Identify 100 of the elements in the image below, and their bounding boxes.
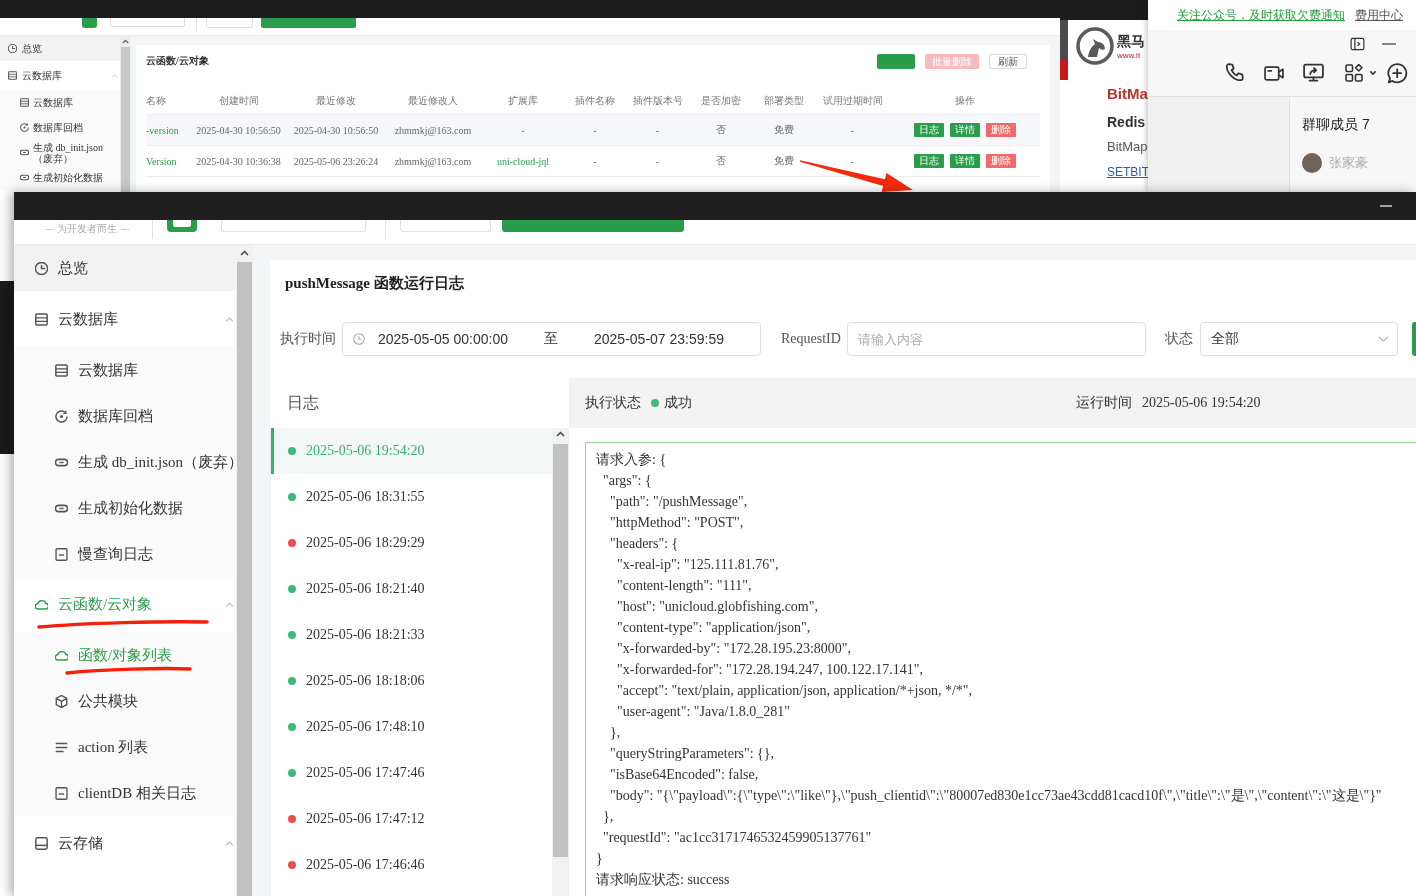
article-link[interactable]: SETBIT xyxy=(1107,162,1148,182)
screen-share-icon[interactable] xyxy=(1303,63,1324,83)
log-item[interactable]: 2025-05-06 18:18:06 xyxy=(271,658,552,704)
history-icon xyxy=(20,123,29,132)
drive-icon xyxy=(35,836,48,850)
header-button[interactable] xyxy=(400,220,491,232)
logo-text: 黑马 xyxy=(1117,32,1145,49)
date-range-field[interactable]: 2025-05-05 00:00:00 至 2025-05-07 23:59:59 xyxy=(342,322,761,356)
video-camera-icon[interactable] xyxy=(1264,64,1284,82)
apps-grid-icon[interactable] xyxy=(1345,64,1363,82)
members-title: 群聊成员 7 xyxy=(1302,115,1371,134)
scrollbar[interactable] xyxy=(552,428,569,896)
caret-down-icon[interactable] xyxy=(1370,71,1376,75)
modified-time: 2025-05-06 23:26:24 xyxy=(293,155,379,167)
plugin-version: - xyxy=(655,155,660,167)
add-chat-icon[interactable] xyxy=(1387,62,1408,84)
run-time: 2025-05-06 19:54:20 xyxy=(1142,395,1261,411)
modifier-email: zhmmkj@163.com xyxy=(394,155,472,167)
scroll-up-icon[interactable] xyxy=(121,39,129,44)
article-text: BitMap xyxy=(1107,138,1148,156)
cloud-icon xyxy=(55,648,68,662)
notice-link[interactable]: 关注公众号，及时获取欠费通知 xyxy=(1177,6,1345,24)
menu-item[interactable]: 生成 db_init.json（废弃） xyxy=(0,140,120,165)
menu-item[interactable]: 云数据库 xyxy=(14,347,236,393)
column-header: 操作 xyxy=(955,93,975,108)
minimize-icon[interactable] xyxy=(1382,43,1396,45)
list-icon xyxy=(55,740,68,754)
space-select[interactable] xyxy=(221,220,366,232)
horse-logo-icon xyxy=(1076,27,1114,65)
space-tag[interactable] xyxy=(261,18,356,28)
logo-icon[interactable] xyxy=(82,18,97,28)
space-tag[interactable] xyxy=(502,220,684,232)
request-id-field[interactable]: 请输入内容 xyxy=(846,322,1146,356)
menu-item[interactable]: 总览 xyxy=(0,36,120,61)
column-header: 扩展库 xyxy=(508,93,538,108)
log-item[interactable]: 2025-05-06 18:29:29 xyxy=(271,520,552,566)
document-icon xyxy=(55,547,68,561)
plugin-name: - xyxy=(593,155,597,167)
column-header: 插件名称 xyxy=(575,93,615,108)
log-item[interactable]: 2025-05-06 17:47:12 xyxy=(271,796,552,842)
toolbar-button[interactable]: 刷新 xyxy=(989,53,1027,69)
status-text: 成功 xyxy=(664,394,692,412)
log-output: 请求入参: { "args": { "path": "/pushMessage", "httpMethod": "POST", "headers": { "x-real-ip": "125.111.81.76", "content-length": "111", "host": "unicloud.globfishing.com", "content-type": "application/json", "x-forwarded-by": "172.28.195.23:8000", "x-forwarded-for": "172.28.194.247, 100.122.17.141", "accept": "text/plain, application/json, application/*+json, */*", "user-agent": "Java/1.8.0_281" }, "queryStringParameters": {}, "isBase64Encoded": false, "body": "{\"payload\":{\"type\":\"like\"},\"push_clientid\":\"80007ed830e1cc73ae43cdd81cacd10f\",\"title\":\"是\",\"content\":\"这是\"}" }, "requestId": "ac1cc3171746532459905137761" } 请求响应状态: success xyxy=(585,442,1416,896)
status-label: 执行状态 xyxy=(585,394,641,412)
phone-icon[interactable] xyxy=(1225,63,1244,83)
panel-toggle-icon[interactable] xyxy=(1350,37,1365,51)
log-item[interactable]: 2025-05-06 18:21:33 xyxy=(271,612,552,658)
plugin-name: - xyxy=(593,124,597,136)
menu-item[interactable]: 云数据库 xyxy=(0,90,120,115)
page-title: 云函数/云对象 xyxy=(146,54,209,68)
menu-item[interactable]: 数据库回档 xyxy=(0,115,120,140)
scroll-up-icon[interactable] xyxy=(240,250,249,256)
modified-time: 2025-04-30 10:56:50 xyxy=(293,124,379,136)
encryption-value: 否 xyxy=(716,154,726,168)
menu-item[interactable]: 生成初始化数据 xyxy=(0,165,120,190)
menu-item[interactable]: 慢查询日志 xyxy=(14,531,236,577)
logo-url: www.it xyxy=(1117,50,1142,60)
menu-item[interactable]: 生成初始化数据 xyxy=(14,485,236,531)
query-button[interactable] xyxy=(1411,322,1416,356)
page-title: pushMessage 函数运行日志 xyxy=(285,274,464,292)
history-icon xyxy=(55,409,68,423)
status-select[interactable]: 全部 xyxy=(1199,322,1398,356)
menu-item[interactable]: 数据库回档 xyxy=(14,393,236,439)
column-header: 创建时间 xyxy=(218,93,259,108)
logo-icon[interactable] xyxy=(167,220,197,232)
cloud-icon xyxy=(35,597,48,611)
toolbar-button[interactable] xyxy=(877,53,915,69)
menu-item[interactable]: 总览 xyxy=(14,245,236,291)
link-icon xyxy=(20,148,29,157)
created-time: 2025-04-30 10:36:38 xyxy=(196,155,281,167)
logo-tagline: 为开发者而生 xyxy=(57,223,117,235)
scrollbar-thumb[interactable] xyxy=(553,444,568,857)
avatar xyxy=(1302,153,1322,173)
log-item[interactable]: 2025-05-06 18:21:40 xyxy=(271,566,552,612)
plugin-version: - xyxy=(655,124,660,136)
billing-link[interactable]: 费用中心 xyxy=(1355,6,1403,24)
deploy-type: 免费 xyxy=(773,154,794,168)
modifier-email: zhmmkj@163.com xyxy=(394,124,472,136)
menu-item[interactable]: action 列表 xyxy=(14,724,236,770)
trial-expiry: - xyxy=(850,124,855,136)
table-icon xyxy=(35,312,48,326)
table-icon xyxy=(8,71,17,80)
menu-item[interactable]: 公共模块 xyxy=(14,678,236,724)
log-item[interactable]: 2025-05-06 17:46:46 xyxy=(271,842,552,888)
extension-link[interactable]: uni-cloud-jql xyxy=(496,155,550,167)
column-header: 是否加密 xyxy=(701,93,741,108)
function-name-link[interactable]: Version xyxy=(146,155,177,167)
log-item[interactable]: 2025-05-06 17:48:10 xyxy=(271,704,552,750)
header-button[interactable] xyxy=(206,18,253,28)
run-time-label: 运行时间 xyxy=(1076,394,1132,412)
space-select[interactable] xyxy=(110,18,185,27)
column-header: 插件版本号 xyxy=(632,93,683,108)
log-item[interactable]: 2025-05-06 17:47:46 xyxy=(271,750,552,796)
article-heading: BitMa xyxy=(1107,84,1148,104)
menu-item[interactable]: 生成 db_init.json（废弃） xyxy=(14,439,236,485)
menu-item[interactable]: clientDB 相关日志 xyxy=(14,770,236,816)
log-item[interactable]: 2025-05-06 18:31:55 xyxy=(271,474,552,520)
scroll-up-icon[interactable] xyxy=(556,431,565,437)
link-icon xyxy=(20,173,29,182)
trial-expiry: - xyxy=(850,155,855,167)
